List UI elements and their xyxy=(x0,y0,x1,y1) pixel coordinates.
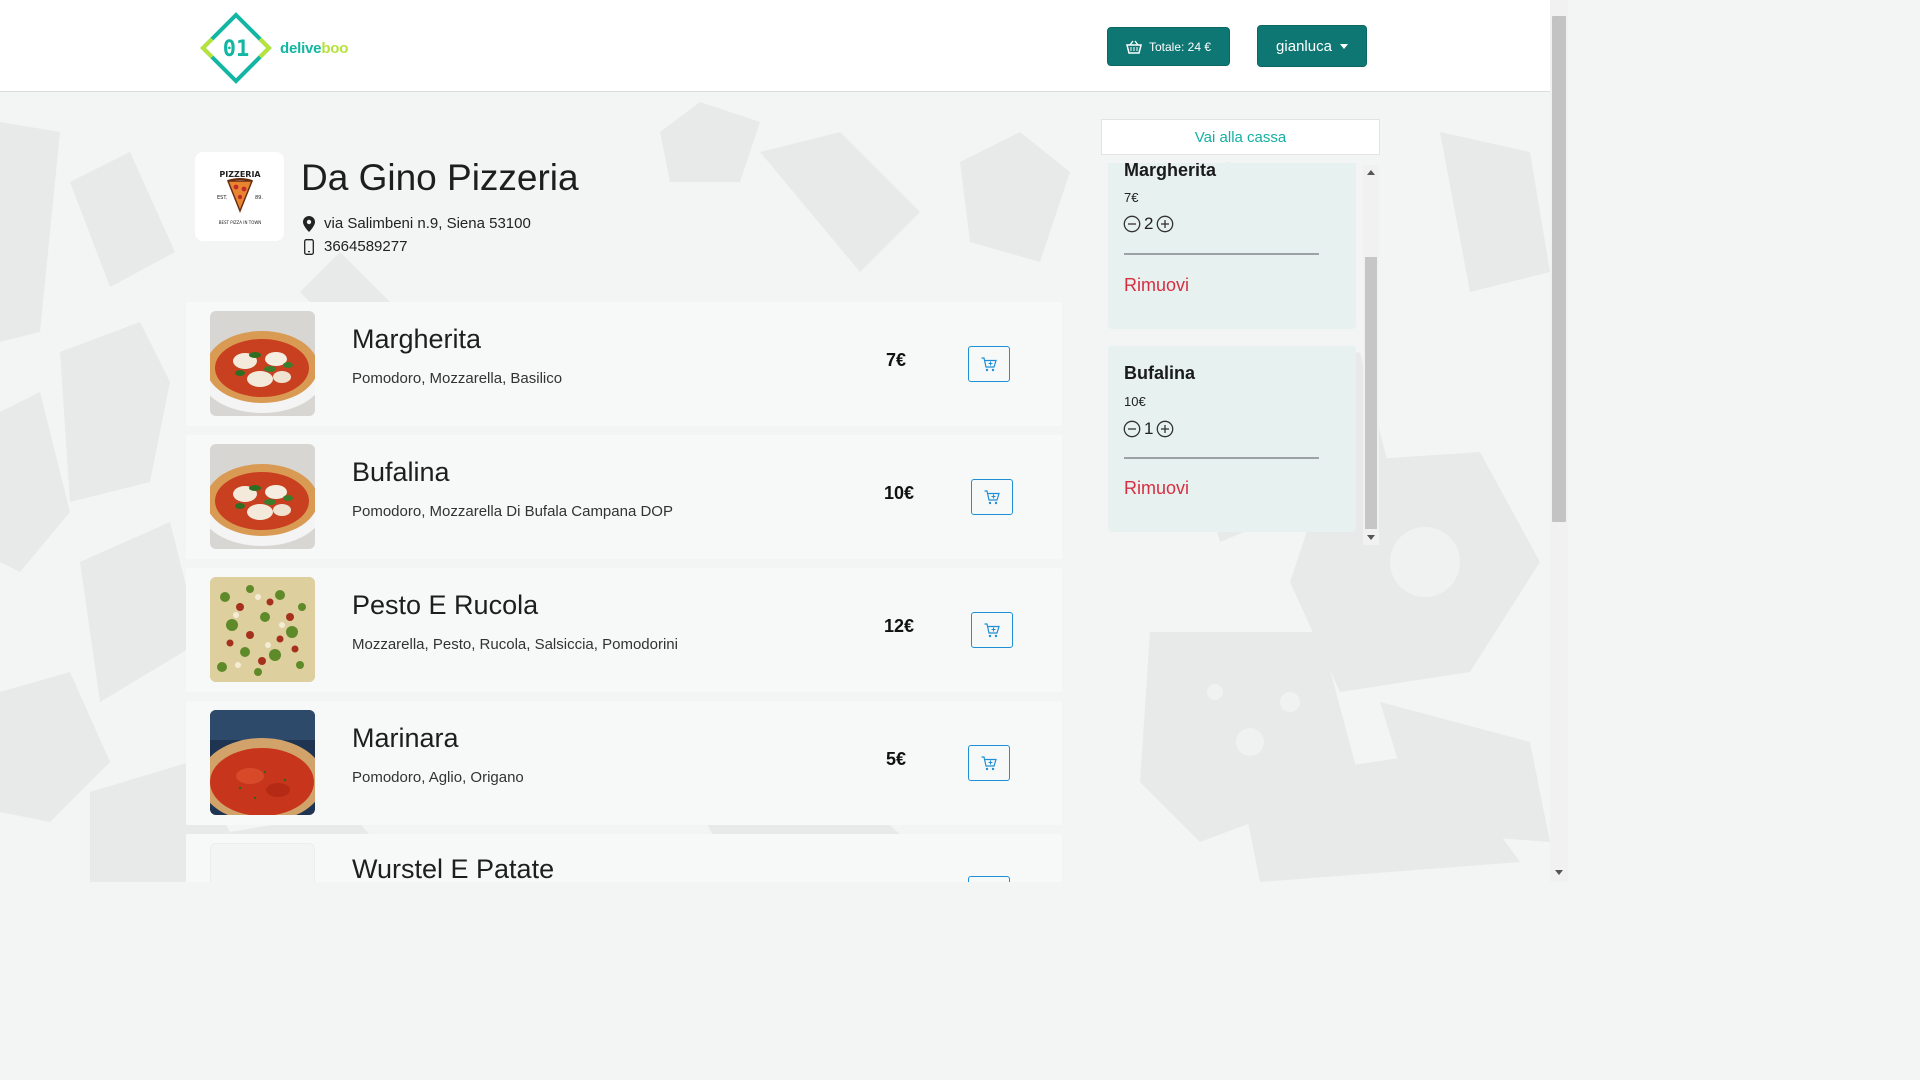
svg-text:01: 01 xyxy=(223,37,250,62)
restaurant-address-row: via Salimbeni n.9, Siena 53100 xyxy=(302,212,531,235)
menu-item: Wurstel E Patate xyxy=(186,834,1062,882)
cart-item-divider xyxy=(1124,253,1319,255)
restaurant-contacts: via Salimbeni n.9, Siena 53100 366458927… xyxy=(302,212,531,258)
restaurant-address: via Salimbeni n.9, Siena 53100 xyxy=(324,215,531,232)
menu-item: Marinara Pomodoro, Aglio, Origano 5€ xyxy=(186,701,1062,825)
remove-item-button[interactable]: Rimuovi xyxy=(1124,275,1189,296)
quantity-stepper: 2 xyxy=(1123,214,1174,234)
dish-image-wurstel-e-patate xyxy=(210,843,315,882)
deliveboo-logo-icon: 01 xyxy=(200,12,272,84)
brand-name: deliveboo xyxy=(280,39,349,57)
cart-item-name: Bufalina xyxy=(1124,363,1196,383)
cart-plus-icon xyxy=(981,755,997,770)
restaurant-logo: PIZZERIA EST. 89. BEST PIZZA IN TOWN xyxy=(195,152,284,241)
cart-scrollbar-thumb[interactable] xyxy=(1365,257,1377,529)
svg-text:BEST PIZZA IN TOWN: BEST PIZZA IN TOWN xyxy=(218,220,261,225)
cart-item-quantity: 2 xyxy=(1144,214,1154,233)
dish-description: Pomodoro, Mozzarella Di Bufala Campana D… xyxy=(352,503,673,520)
dish-name: Bufalina xyxy=(352,457,450,487)
cart-item: Margherita 7€ 2 Rimuovi xyxy=(1108,163,1356,329)
cart-item-price: 10€ xyxy=(1124,394,1146,409)
page-scrollbar[interactable] xyxy=(1550,0,1568,882)
dish-image-pesto-e-rucola xyxy=(210,577,315,682)
dish-price: 7€ xyxy=(885,350,907,370)
checkout-button[interactable]: Vai alla cassa xyxy=(1101,119,1380,155)
cart-item-divider xyxy=(1124,457,1319,459)
navbar: 01 deliveboo Totale: 24 € gianluca xyxy=(0,0,1550,92)
add-to-cart-button[interactable] xyxy=(968,745,1010,781)
plus-circle-icon[interactable] xyxy=(1156,420,1174,438)
dish-name: Marinara xyxy=(352,723,459,753)
dash-circle-icon[interactable] xyxy=(1123,420,1141,438)
cart-total-label: Totale: 24 € xyxy=(1148,39,1212,54)
menu-item: Bufalina Pomodoro, Mozzarella Di Bufala … xyxy=(186,435,1062,559)
quantity-stepper: 1 xyxy=(1123,419,1174,439)
menu-list: Margherita Pomodoro, Mozzarella, Basilic… xyxy=(186,302,1062,882)
dish-price: 10€ xyxy=(883,483,915,503)
dish-name: Margherita xyxy=(352,324,482,354)
svg-text:PIZZERIA: PIZZERIA xyxy=(219,170,261,179)
add-to-cart-button[interactable] xyxy=(971,612,1013,648)
dish-name: Pesto E Rucola xyxy=(352,590,539,620)
brand-logo[interactable]: 01 deliveboo xyxy=(200,12,348,84)
cart-plus-icon xyxy=(981,356,997,371)
restaurant-name: Da Gino Pizzeria xyxy=(301,157,579,198)
map-pin-icon xyxy=(302,215,315,232)
remove-item-button[interactable]: Rimuovi xyxy=(1124,478,1189,499)
cart-plus-icon xyxy=(984,489,1000,504)
dash-circle-icon[interactable] xyxy=(1123,215,1141,233)
menu-item: Margherita Pomodoro, Mozzarella, Basilic… xyxy=(186,302,1062,426)
cart-plus-icon xyxy=(984,622,1000,637)
user-name: gianluca xyxy=(1276,37,1332,55)
cart-item-name: Margherita xyxy=(1124,163,1217,180)
restaurant-phone-row: 3664589277 xyxy=(302,235,531,258)
dish-image-marinara xyxy=(210,710,315,815)
basket-icon xyxy=(1126,40,1142,54)
svg-text:89.: 89. xyxy=(255,195,263,201)
add-to-cart-button[interactable] xyxy=(968,876,1010,882)
restaurant-phone: 3664589277 xyxy=(324,238,408,255)
dish-image-margherita xyxy=(210,311,315,416)
add-to-cart-button[interactable] xyxy=(968,346,1010,382)
cart-items-panel[interactable]: Margherita 7€ 2 Rimuovi Bufalina 10€ 1 R… xyxy=(1101,163,1380,545)
dish-price: 5€ xyxy=(885,749,907,769)
pizzeria-logo-image: PIZZERIA EST. 89. BEST PIZZA IN TOWN xyxy=(217,170,263,225)
cart-item-price: 7€ xyxy=(1124,190,1139,205)
user-dropdown-button[interactable]: gianluca xyxy=(1257,25,1367,67)
scroll-up-arrow-icon[interactable] xyxy=(1367,170,1375,175)
scroll-down-arrow-icon[interactable] xyxy=(1367,535,1375,540)
add-to-cart-button[interactable] xyxy=(971,479,1013,515)
menu-item: Pesto E Rucola Mozzarella, Pesto, Rucola… xyxy=(186,568,1062,692)
caret-down-icon xyxy=(1339,43,1348,49)
scroll-down-arrow-icon[interactable] xyxy=(1555,870,1563,875)
dish-description: Mozzarella, Pesto, Rucola, Salsiccia, Po… xyxy=(352,636,678,653)
cart-scrollbar[interactable] xyxy=(1363,165,1379,545)
dish-description: Pomodoro, Mozzarella, Basilico xyxy=(352,370,563,387)
dish-price: 12€ xyxy=(883,616,915,636)
dish-image-bufalina xyxy=(210,444,315,549)
dish-description: Pomodoro, Aglio, Origano xyxy=(352,769,524,786)
plus-circle-icon[interactable] xyxy=(1156,215,1174,233)
cart-item: Bufalina 10€ 1 Rimuovi xyxy=(1108,346,1356,532)
page-scrollbar-thumb[interactable] xyxy=(1552,16,1566,522)
page: 01 deliveboo Totale: 24 € gianluca PIZZE… xyxy=(0,0,1568,882)
svg-text:EST.: EST. xyxy=(217,195,228,201)
mobile-phone-icon xyxy=(302,238,315,255)
cart-item-quantity: 1 xyxy=(1144,419,1154,438)
cart-total-button[interactable]: Totale: 24 € xyxy=(1107,27,1230,66)
dish-name: Wurstel E Patate xyxy=(352,854,555,882)
